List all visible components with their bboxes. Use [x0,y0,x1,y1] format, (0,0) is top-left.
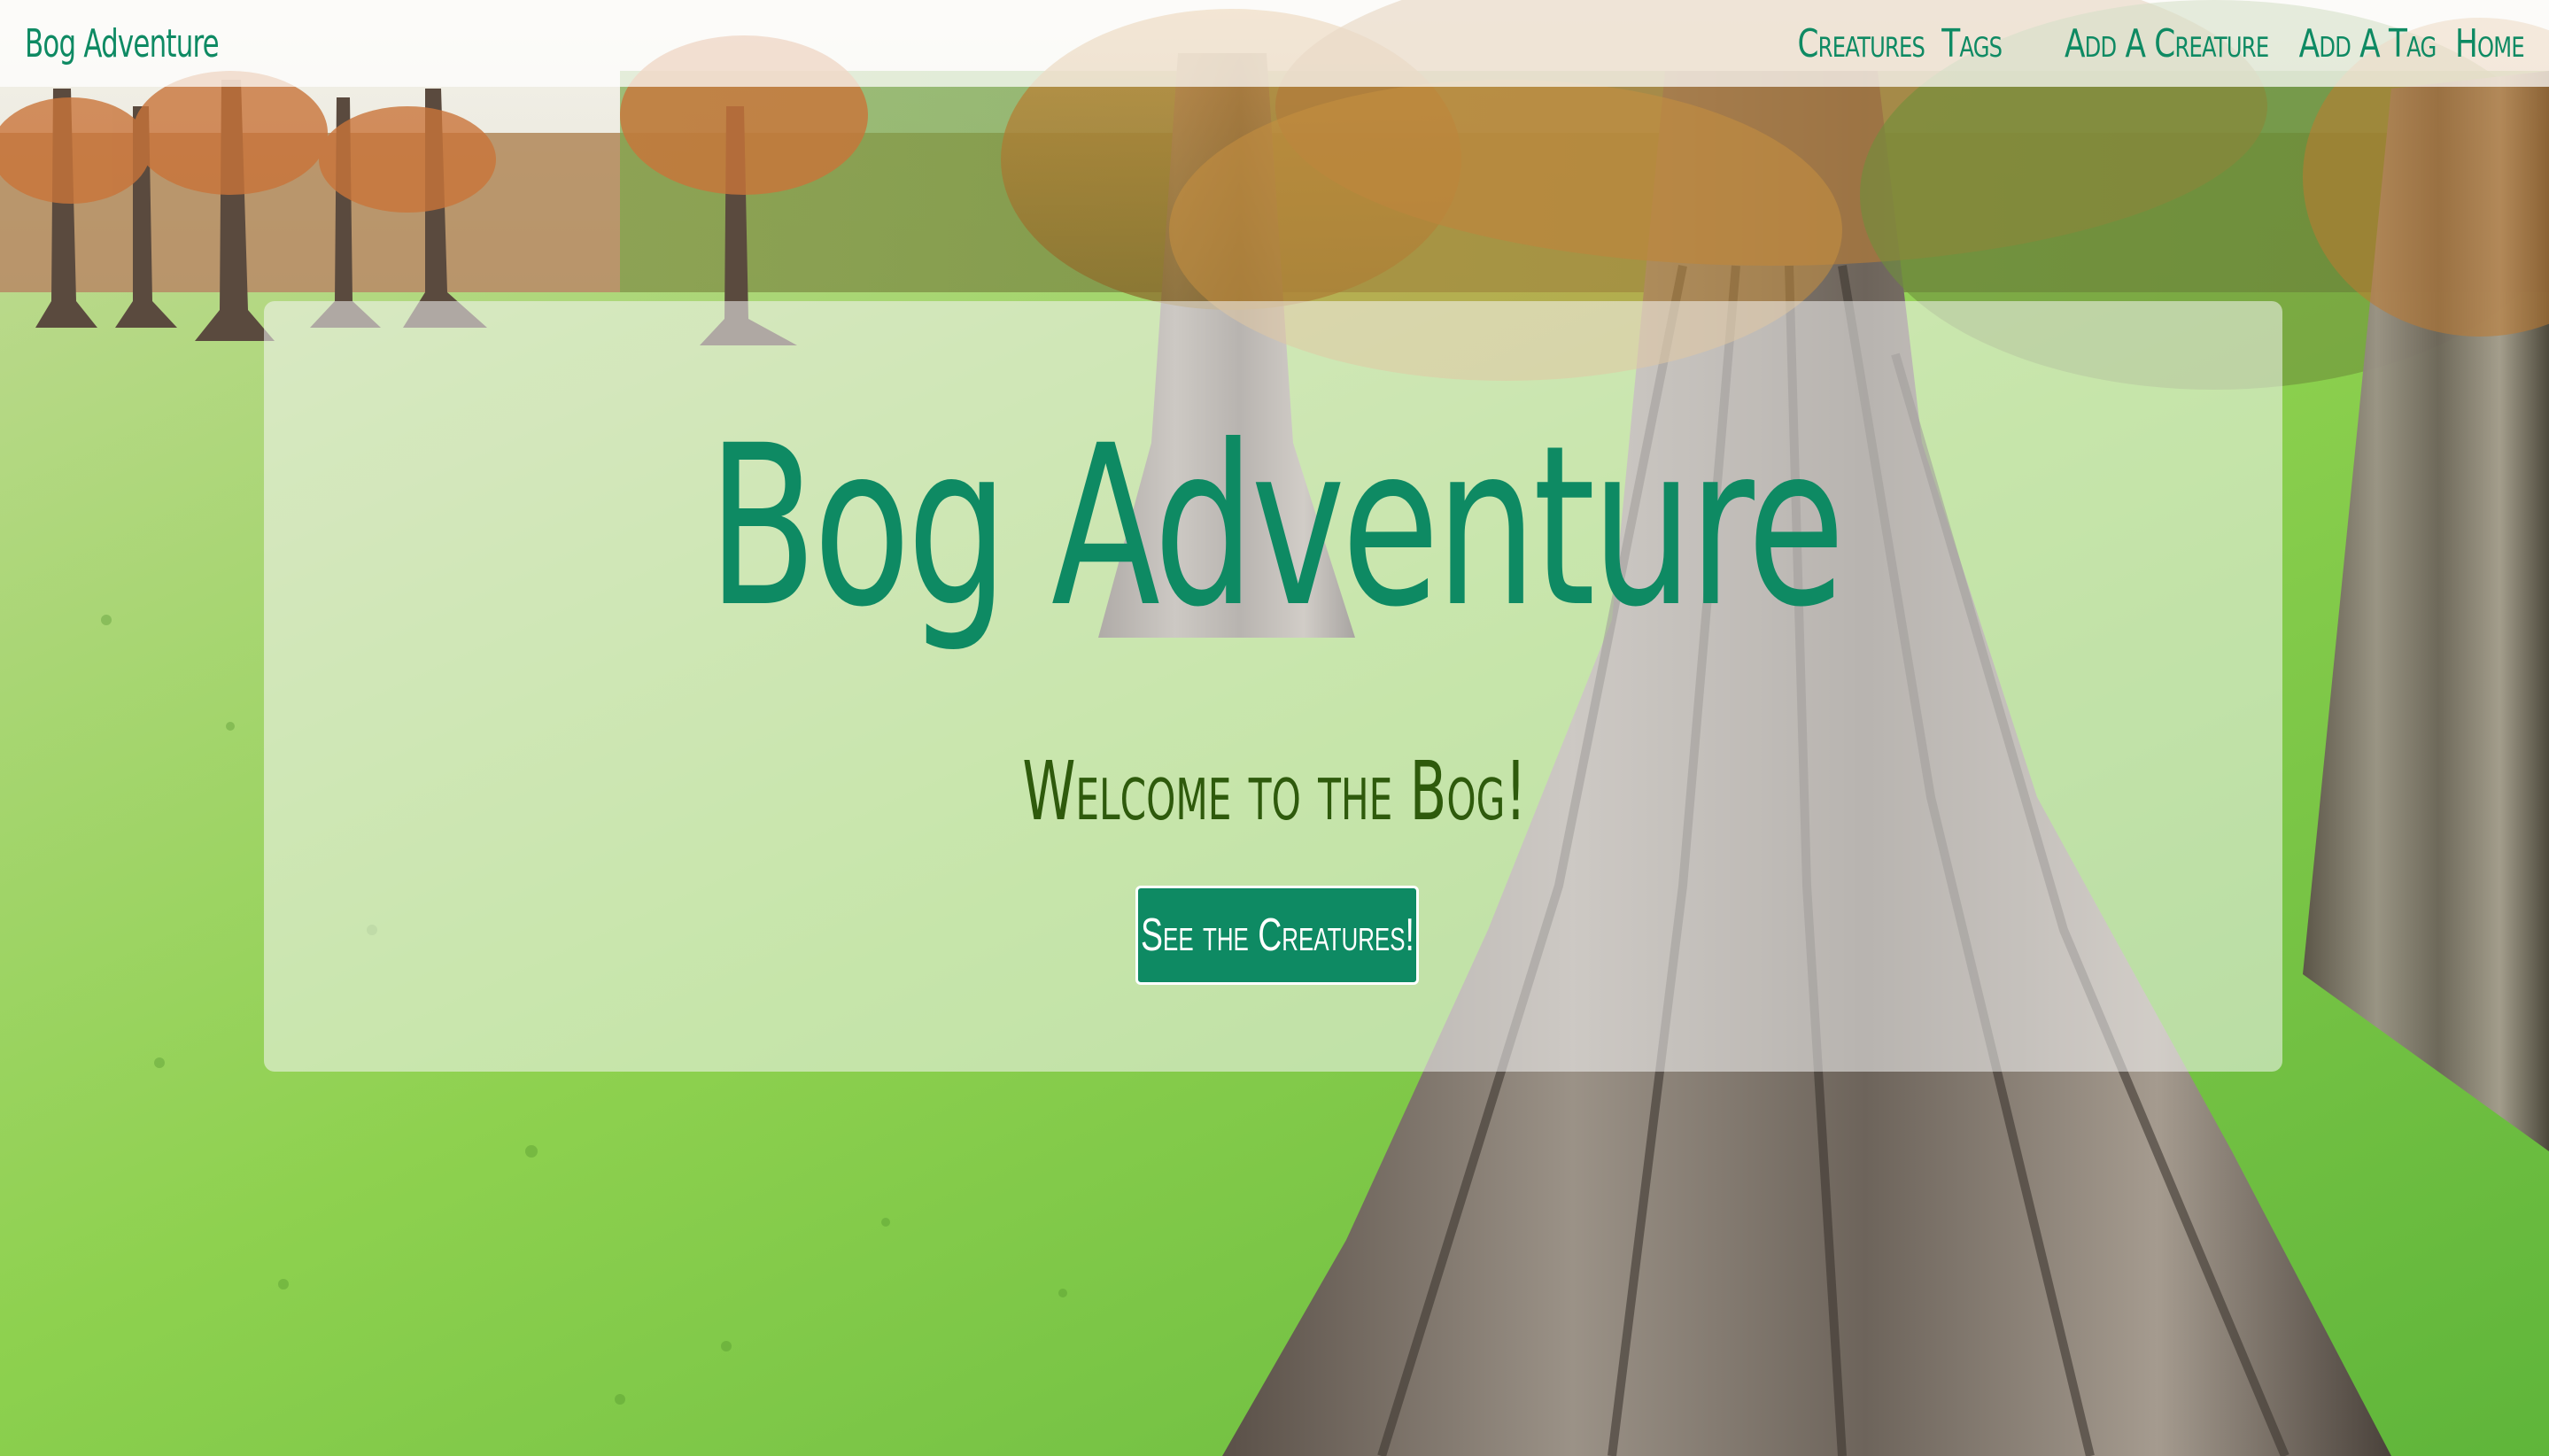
hero-title: Bog Adventure [708,398,1845,655]
nav-link-creatures[interactable]: Creatures [1798,21,1925,66]
brand-link[interactable]: Bog Adventure [25,21,220,66]
see-creatures-button-label: See the Creatures! [1140,910,1414,961]
nav-link-tags[interactable]: Tags [1941,21,2003,66]
top-navbar: Bog Adventure Creatures Tags Add A Creat… [0,0,2549,87]
nav-links: Creatures Tags Add A Creature Add A Tag … [1762,21,2525,66]
see-creatures-button[interactable]: See the Creatures! [1135,886,1419,985]
nav-link-add-creature[interactable]: Add A Creature [2065,21,2269,66]
hero-subtitle: Welcome to the Bog! [1022,744,1527,839]
page: Bog Adventure Creatures Tags Add A Creat… [0,0,2549,1456]
nav-link-home[interactable]: Home [2455,21,2525,66]
nav-link-add-tag[interactable]: Add A Tag [2298,21,2437,66]
